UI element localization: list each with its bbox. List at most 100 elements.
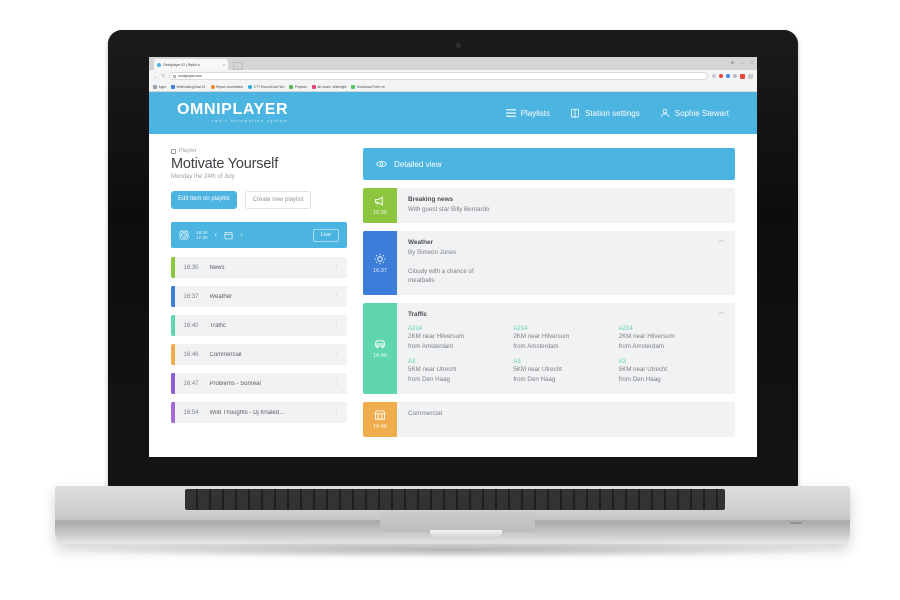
traffic-road: A214 [618,325,633,332]
bookmark-label: Apps [158,84,167,89]
traffic-distance: 5KM near Utrecht [618,365,668,373]
extension-grey-icon[interactable] [733,74,737,78]
window-restore-icon[interactable]: ⊕ [731,60,734,65]
item-menu-icon[interactable]: ⋮ [334,409,341,415]
item-time: 16:46 [183,351,199,358]
item-time: 16:54 [183,409,199,416]
brand-name: OMNIPLAYER [177,101,289,119]
traffic-distance: 5KM near Utrecht [408,365,457,373]
laptop-base [55,486,850,544]
address-bar[interactable]: omniplayer.com [169,72,708,80]
profile-avatar[interactable] [740,73,745,79]
detail-panel: Detailed view 16:30 Breaking news With g… [363,148,735,457]
item-menu-icon[interactable]: ⋮ [334,293,341,299]
nav-item-playlists[interactable]: Playlists [505,108,551,118]
edit-item-button[interactable]: Edit item on playlist [171,191,237,209]
new-tab-button[interactable] [233,62,243,70]
detail-card-traffic[interactable]: 16:40 Traffic A214 2KM near Hilversum fr… [363,302,735,394]
window-maximize-icon[interactable]: □ [751,60,753,65]
bookmark-item[interactable]: Download Forte on [351,84,385,89]
shop-icon [374,410,386,420]
back-icon[interactable]: ← [153,74,157,79]
traffic-road: A3 [408,358,416,365]
traffic-row-1: A214 2KM near Hilversum from Amsterdam A… [408,326,724,352]
star-icon[interactable] [712,74,716,78]
playlist-items: 16:30 News ⋮ 16:37 Weather ⋮ 16:40 Traff… [171,257,347,423]
lock-icon [173,74,177,78]
item-time: 16:40 [183,322,199,329]
app-logo[interactable]: OMNIPLAYER radio automation system [177,102,288,124]
bookmark-favicon-icon [171,84,176,89]
player-time-end: 17:30 [196,235,208,240]
calendar-icon[interactable] [224,231,233,240]
bookmark-item[interactable]: Apps [153,84,167,89]
chevron-up-icon[interactable] [718,239,725,243]
bookmark-item[interactable]: Repair coordinator [210,84,244,89]
window-minimize-icon[interactable]: – [741,60,743,65]
bookmark-item[interactable]: All music -Webnight [311,84,346,89]
item-name: Wild Thoughts - Dj Khaled… [209,409,286,416]
browser-tabstrip: Omniplayer 02 | Radio a × ⊕ – □ [149,57,757,70]
item-name: Commercial [209,351,242,358]
nav-label: Station settings [585,108,640,118]
item-menu-icon[interactable]: ⋮ [334,264,341,270]
bookmark-item[interactable]: CTT RoundCube Wo [248,84,284,89]
bookmark-favicon-icon [289,84,294,89]
item-color-bar [171,344,175,365]
traffic-origin: from Amsterdam [408,342,454,350]
item-color-bar [171,402,175,423]
item-name: Weather [209,293,233,300]
traffic-entry: A3 5KM near Utrecht from Den Haag [619,359,724,385]
next-button[interactable]: › [240,231,243,239]
reload-icon[interactable]: ↻ [161,73,165,79]
card-title: Weather [408,239,434,247]
traffic-origin: from Amsterdam [618,342,665,350]
card-body: Commercial [397,402,735,437]
card-body: Weather By Simeon Jones Cloudy with a ch… [397,231,735,294]
nav-label: Playlists [520,108,551,118]
app-content: Playlist Motivate Yourself Monday the 24… [149,134,757,457]
detail-card-weather[interactable]: 16:37 Weather By Simeon Jones Cloudy wit… [363,231,735,295]
browser-omnibar: ← ↻ omniplayer.com [149,70,757,82]
list-item[interactable]: 16:54 Wild Thoughts - Dj Khaled… ⋮ [171,402,347,423]
live-button[interactable]: Live [312,228,339,242]
prev-button[interactable]: ‹ [215,231,218,239]
detail-card-breaking-news[interactable]: 16:30 Breaking news With guest star Bill… [363,188,735,224]
nav-item-user[interactable]: Sophie Stewart [660,108,729,118]
list-item[interactable]: 16:46 Commercial ⋮ [171,344,347,365]
app-header: OMNIPLAYER radio automation system Playl… [149,92,757,134]
traffic-entry: A214 2KM near Hilversum from Amsterdam [408,326,513,352]
card-body: Breaking news With guest star Billy Bern… [397,188,735,223]
list-item[interactable]: 16:30 News ⋮ [171,257,347,278]
extension-blue-icon[interactable] [726,74,730,78]
item-menu-icon[interactable]: ⋮ [334,380,341,386]
extension-red-icon[interactable] [719,74,723,78]
nav-item-station-settings[interactable]: Station settings [570,108,640,118]
card-tile: 16:40 [363,302,397,394]
bookmark-item[interactable]: Projects [289,84,307,89]
card-title: Breaking news [408,196,454,203]
detail-card-commercial[interactable]: 16:46 Commercial [363,401,735,437]
player-time-range: 16:30 17:30 [196,230,208,241]
laptop-keyboard [185,489,725,510]
detail-view-header: Detailed view [363,148,735,180]
list-item[interactable]: 16:40 Traffic ⋮ [171,315,347,336]
bookmark-item[interactable]: Webhosting/host 01 [171,84,206,89]
list-item[interactable]: 16:47 Problems - Sonreal ⋮ [171,373,347,394]
car-icon [375,339,385,348]
card-subtitle: By Simeon Jones [408,248,457,256]
tab-close-icon[interactable]: × [223,63,225,67]
list-item[interactable]: 16:37 Weather ⋮ [171,286,347,307]
traffic-row-2: A3 5KM near Utrecht from Den Haag A3 5KM… [408,359,724,385]
item-menu-icon[interactable]: ⋮ [334,322,341,328]
building-icon [571,108,579,118]
item-menu-icon[interactable]: ⋮ [334,351,341,357]
item-name: News [209,264,225,271]
chevron-up-icon[interactable] [718,310,725,315]
bookmark-label: Repair coordinator [216,84,244,89]
card-text: Cloudy with a chance of meatballs [408,267,474,285]
browser-tab[interactable]: Omniplayer 02 | Radio a × [154,59,228,70]
menu-icon[interactable] [748,73,753,79]
create-playlist-button[interactable]: Create new playlist [244,191,312,209]
traffic-distance: 5KM near Utrecht [513,365,562,373]
